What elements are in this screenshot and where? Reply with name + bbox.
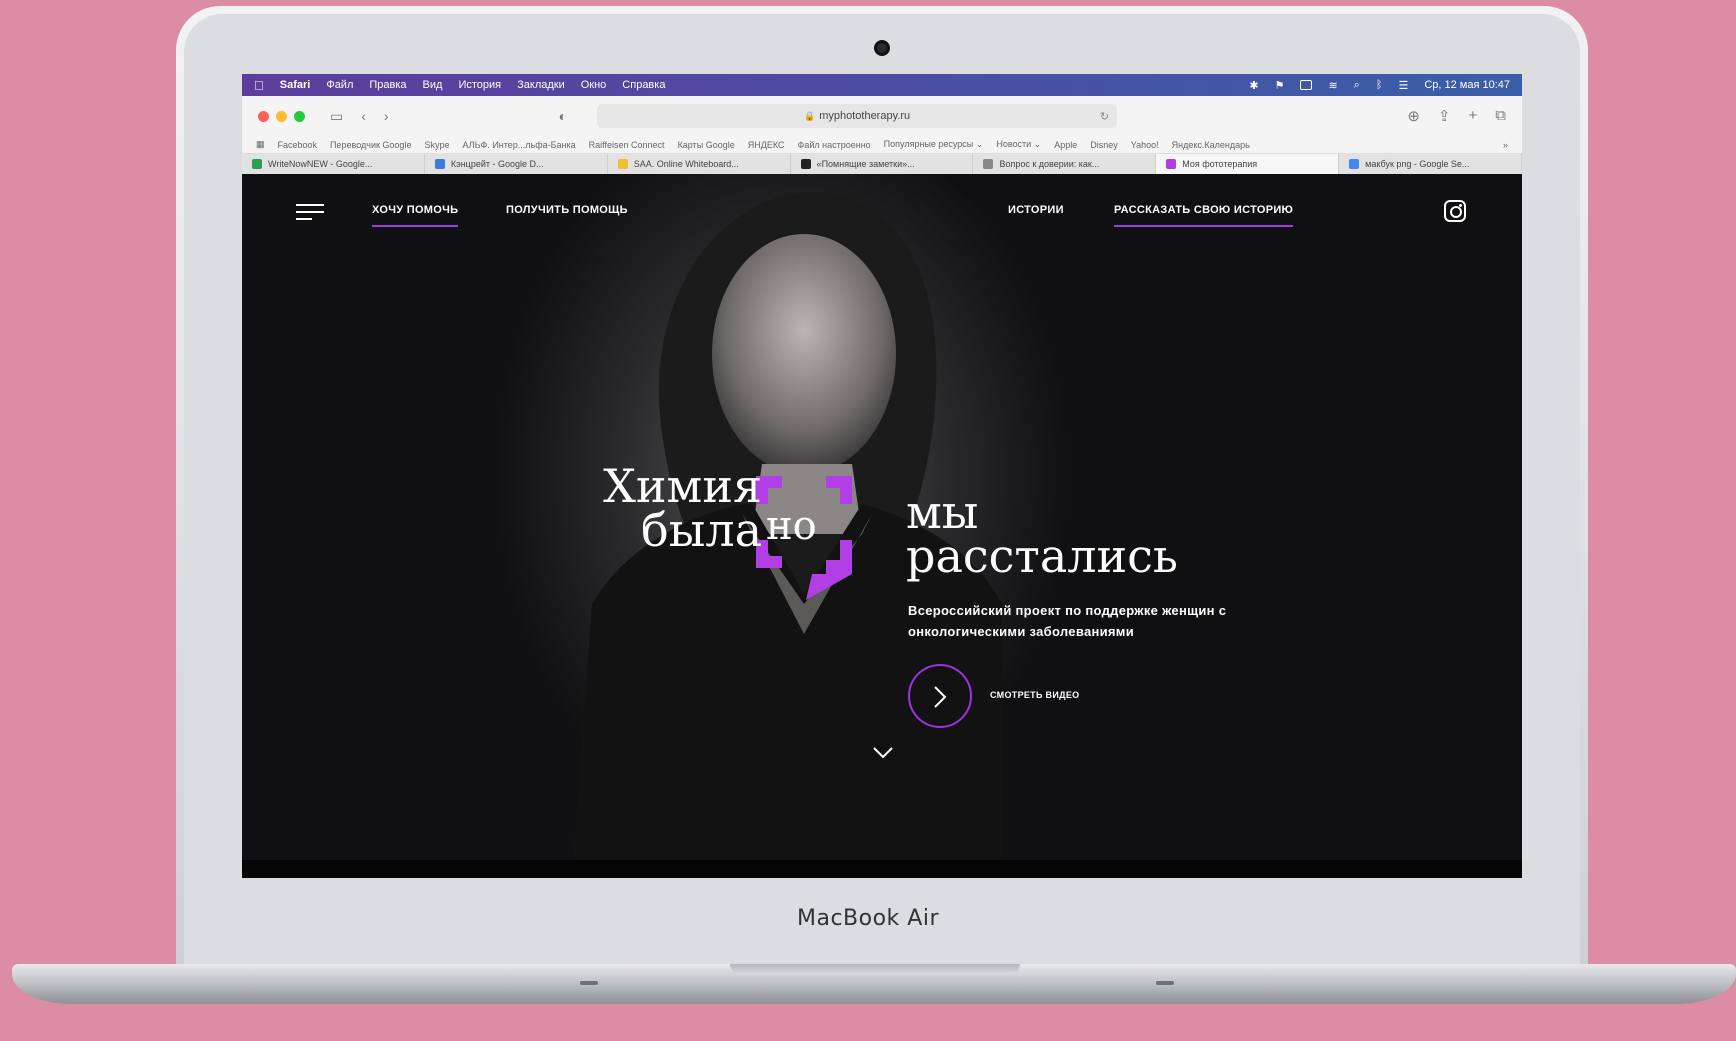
new-tab-icon[interactable]: +	[1469, 107, 1478, 125]
medium-icon	[800, 159, 811, 169]
bookmarks-bar: ▦ Facebook Переводчик Google Skype АЛЬФ.…	[242, 136, 1522, 154]
browser-tab[interactable]: макбук png - Google Se...	[1339, 154, 1522, 174]
bookmark-item[interactable]: Facebook	[278, 140, 318, 150]
headline-left: Химия была	[492, 459, 762, 557]
laptop-foot	[580, 981, 598, 985]
share-icon[interactable]: ⇪	[1438, 107, 1451, 125]
headline-line: расстались	[906, 529, 1178, 583]
macos-menubar:  Safari Файл Правка Вид История Закладк…	[242, 74, 1522, 96]
nav-help-give[interactable]: ХОЧУ ПОМОЧЬ	[372, 204, 459, 227]
browser-tab[interactable]: «Помнящие заметки»...	[791, 154, 974, 174]
control-center-icon[interactable]: ☰	[1398, 79, 1408, 92]
tab-bar: WriteNowNEW - Google... Кэнцрейт - Googl…	[242, 154, 1522, 174]
play-video-button[interactable]	[908, 664, 972, 728]
headline-line: мы	[906, 485, 979, 539]
nav-stories[interactable]: ИСТОРИИ	[1008, 204, 1064, 216]
menu-history[interactable]: История	[458, 79, 501, 91]
menu-edit[interactable]: Правка	[369, 79, 406, 91]
hero-subtitle: Всероссийский проект по поддержке женщин…	[908, 603, 1227, 639]
site-navbar: ХОЧУ ПОМОЧЬ ПОЛУЧИТЬ ПОМОЩЬ ИСТОРИИ РАСС…	[242, 200, 1522, 240]
minimize-window-button[interactable]	[276, 110, 287, 122]
close-window-button[interactable]	[258, 110, 269, 122]
browser-toolbar: ▭ ‹ › ◐ 🔒 myphototherapy.ru ↻ ⊕ ⇪ + ⧉	[242, 96, 1522, 136]
browser-tab-active[interactable]: Моя фототерапия	[1156, 154, 1340, 174]
datetime[interactable]: Ср, 12 мая 10:47	[1424, 79, 1510, 91]
wifi-icon[interactable]: ≋	[1328, 79, 1337, 92]
lock-icon: 🔒	[803, 110, 816, 121]
bookmark-item[interactable]: Переводчик Google	[330, 140, 411, 150]
device-label: MacBook Air	[796, 906, 939, 931]
bluetooth-icon[interactable]: ᛒ	[1376, 79, 1383, 91]
browser-tab[interactable]: WriteNowNEW - Google...	[242, 154, 425, 174]
camera-icon	[874, 40, 890, 56]
bookmark-item[interactable]: Яндекс.Календарь	[1172, 140, 1250, 150]
whiteboard-icon	[617, 159, 628, 169]
browser-tab[interactable]: SAA. Online Whiteboard...	[608, 154, 791, 174]
headline-middle: но	[766, 503, 817, 549]
tab-label: WriteNowNEW - Google...	[268, 159, 373, 169]
web-page: ХОЧУ ПОМОЧЬ ПОЛУЧИТЬ ПОМОЩЬ ИСТОРИИ РАСС…	[242, 174, 1522, 878]
google-icon	[1349, 159, 1360, 169]
address-bar[interactable]: 🔒 myphototherapy.ru ↻	[597, 104, 1118, 128]
tab-label: Моя фототерапия	[1182, 159, 1258, 169]
laptop-foot	[1156, 981, 1174, 985]
browser-tab[interactable]: Кэнцрейт - Google D...	[425, 154, 608, 174]
back-icon[interactable]: ‹	[361, 108, 366, 124]
headline-right: мы расстались	[906, 485, 1178, 583]
downloads-icon[interactable]: ⊕	[1407, 107, 1420, 125]
tab-label: Кэнцрейт - Google D...	[450, 159, 544, 169]
play-video-label[interactable]: СМОТРЕТЬ ВИДЕО	[990, 690, 1079, 700]
menu-bookmarks[interactable]: Закладки	[517, 79, 565, 91]
bookmark-item[interactable]: Новости ⌄	[996, 139, 1041, 150]
tab-label: Вопрос к доверии: как...	[999, 159, 1100, 169]
tab-label: SAA. Online Whiteboard...	[633, 159, 739, 169]
menu-view[interactable]: Вид	[423, 79, 443, 91]
instagram-icon[interactable]	[1444, 200, 1466, 222]
bookmark-item[interactable]: Файл настроенно	[797, 140, 870, 150]
chevron-down-icon[interactable]	[872, 746, 894, 760]
bookmark-item[interactable]: Disney	[1090, 140, 1118, 150]
zoom-window-button[interactable]	[294, 110, 305, 122]
nav-help-get[interactable]: ПОЛУЧИТЬ ПОМОЩЬ	[506, 204, 628, 216]
nav-tell-story[interactable]: РАССКАЗАТЬ СВОЮ ИСТОРИЮ	[1114, 204, 1294, 227]
bookmark-item[interactable]: Популярные ресурсы ⌄	[884, 139, 984, 150]
bookmark-item[interactable]: Raiffeisen Connect	[589, 140, 665, 150]
reload-icon[interactable]: ↻	[1100, 110, 1109, 123]
site-logo-icon	[1166, 159, 1177, 169]
chevron-right-icon	[934, 686, 947, 708]
bookmark-item[interactable]: Yahoo!	[1131, 140, 1159, 150]
tab-overview-icon[interactable]: ⧉	[1495, 107, 1506, 125]
apple-icon[interactable]: 	[254, 78, 264, 93]
google-docs-icon	[434, 159, 445, 169]
tab-label: макбук png - Google Se...	[1365, 159, 1470, 169]
bookmark-item[interactable]: АЛЬФ. Интер...льфа-Банка	[462, 140, 575, 150]
google-drive-icon	[252, 159, 262, 169]
search-icon[interactable]: ⌕	[1354, 79, 1360, 92]
tab-label: «Помнящие заметки»...	[816, 159, 915, 169]
bookmark-item[interactable]: Apple	[1054, 140, 1077, 150]
grid-icon[interactable]: ▦	[256, 139, 265, 150]
menu-help[interactable]: Справка	[622, 79, 665, 91]
bookmark-item[interactable]: Карты Google	[678, 140, 735, 150]
headline-line: Химия	[603, 459, 762, 513]
laptop-base-notch	[730, 964, 1020, 974]
privacy-shield-icon[interactable]: ◐	[559, 108, 567, 124]
headline-line: была	[641, 503, 762, 557]
flag-icon[interactable]: ⚑	[1275, 79, 1285, 92]
hamburger-menu-icon[interactable]	[296, 204, 324, 225]
forward-icon[interactable]: ›	[384, 108, 389, 124]
sidebar-icon[interactable]: ▭	[330, 108, 343, 125]
bookmarks-more-button[interactable]: »	[1503, 140, 1508, 150]
menu-safari[interactable]: Safari	[280, 79, 311, 91]
app-status-icon[interactable]: ✱	[1249, 79, 1258, 92]
menu-window[interactable]: Окно	[581, 79, 607, 91]
browser-tab[interactable]: Вопрос к доверии: как...	[973, 154, 1157, 174]
bookmark-item[interactable]: ЯНДЕКС	[748, 140, 785, 150]
battery-icon[interactable]	[1300, 80, 1313, 90]
screen:  Safari Файл Правка Вид История Закладк…	[242, 74, 1522, 878]
url-text: myphototherapy.ru	[819, 110, 911, 122]
menu-file[interactable]: Файл	[326, 79, 353, 91]
bookmark-item[interactable]: Skype	[424, 140, 449, 150]
page-icon	[983, 159, 994, 169]
